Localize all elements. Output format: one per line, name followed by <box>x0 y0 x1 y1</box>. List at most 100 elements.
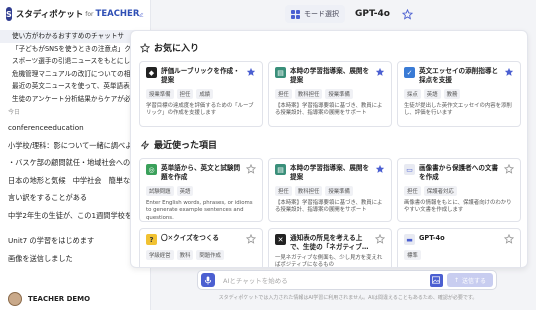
card-title: 画像書から保護者への文書を作成 <box>419 164 499 181</box>
star-outline-icon[interactable] <box>375 234 385 244</box>
card-title: 本時の学習指導案、展開を提案 <box>290 67 370 84</box>
recent-title: 最近使った項目 <box>154 141 218 151</box>
model-name[interactable]: GPT-4o <box>355 9 390 19</box>
history-section-today: 今日 <box>8 109 21 116</box>
card-description: 【本時案】学習指導要領に基づき、教員による授業設計、指導案の展開をサポート <box>275 103 383 117</box>
lesson-plan-icon: ▤ <box>275 67 286 78</box>
card-description: 生徒が提出した英作文エッセイの内容を添削し、評価を行います <box>404 103 512 117</box>
new-chat-icon[interactable] <box>139 9 144 20</box>
favorites-title: お気に入り <box>154 44 200 54</box>
card-tag: 成績 <box>196 89 214 99</box>
card-tag: 教科担任 <box>294 89 323 99</box>
recent-heading: 最近使った項目 <box>140 138 217 151</box>
grid-icon <box>291 9 300 19</box>
history-item[interactable]: スポーツ選手の引退ニュースをもとにした英 <box>0 55 150 68</box>
star-filled-icon[interactable] <box>375 67 385 77</box>
star-outline-icon[interactable] <box>246 234 256 244</box>
star-filled-icon[interactable] <box>504 67 514 77</box>
globe-icon: ◎ <box>146 164 157 175</box>
card-title: 通知表の所見を考える上で、生徒の「ネガティブ… <box>290 234 369 251</box>
microphone-icon <box>204 275 212 285</box>
send-icon: ↑ <box>453 276 459 284</box>
card-description: 一見ネガティブな側面も、少し見方を変えればポジティブになるもの <box>275 255 383 268</box>
chat-input[interactable]: AIとチャットを始める <box>223 275 430 285</box>
chat-icon: ▬ <box>404 234 415 245</box>
star-filled-icon[interactable] <box>246 67 256 77</box>
mic-button[interactable] <box>201 273 215 287</box>
user-profile[interactable]: TEACHER DEMO <box>0 288 150 310</box>
card-title: 本時の学習指導案、展開を提案 <box>290 164 370 181</box>
history-item[interactable]: 最近の英文ニュースを使って、英単語表を <box>0 80 150 93</box>
card-tag: 試験問題 <box>146 186 174 196</box>
history-item[interactable]: 小学校/理科：影について一緒に調べよ <box>0 137 150 155</box>
report-card-icon: ✕ <box>275 234 286 245</box>
recent-card[interactable]: ? 〇✕クイズをつくる 学級経営 教科 問題作成 <box>139 228 263 267</box>
card-tag: 問題作成 <box>196 250 224 260</box>
star-outline-icon[interactable] <box>504 234 514 244</box>
card-title: 〇✕クイズをつくる <box>161 234 219 242</box>
history-item[interactable]: 使い方がわかるおすすめのチャットサ <box>0 30 150 43</box>
avatar <box>8 292 22 306</box>
card-tag: 保護者対応 <box>423 186 457 196</box>
send-button[interactable]: ↑ 送信する <box>446 273 493 287</box>
card-title: 評価ルーブリックを作成・提案 <box>161 67 240 84</box>
assistant-panel: お気に入り ◆ 評価ルーブリックを作成・提案 授業準備 担任 成績 学習目標の達… <box>130 30 528 268</box>
history-item[interactable]: 言い訳をすることがある <box>0 189 150 207</box>
history-item[interactable]: Unit7 の学習をはじめます <box>0 232 150 250</box>
recent-card[interactable]: ✕ 通知表の所見を考える上で、生徒の「ネガティブ… 一見ネガティブな側面も、少し… <box>268 228 392 268</box>
disclaimer: スタディポケットでは入力された情報はAI学習に利用されません。AIは間違えること… <box>218 295 478 301</box>
brand-header: S スタディポケット for TEACHER <box>0 0 150 28</box>
brand-name: スタディポケット <box>15 10 84 20</box>
card-tag: 標準 <box>404 250 421 260</box>
chat-input-bar: AIとチャットを始める ↑ 送信する <box>197 270 497 290</box>
sidebar: S スタディポケット for TEACHER 使い方がわかるおすすめのチャットサ… <box>0 0 151 310</box>
history-item[interactable]: 「子どもがSNSを使うときの注意点」クイ <box>0 43 150 56</box>
card-tag: 英語 <box>176 186 194 196</box>
card-title: 英文エッセイの添削指導と採点を支援 <box>419 67 499 84</box>
chat-history: 使い方がわかるおすすめのチャットサ 「子どもがSNSを使うときの注意点」クイ ス… <box>0 30 150 268</box>
favorite-card[interactable]: ◆ 評価ルーブリックを作成・提案 授業準備 担任 成績 学習目標の達成度を評価す… <box>139 61 263 127</box>
card-title: 英単語から、英文と試験問題を作成 <box>161 164 241 181</box>
rubric-icon: ◆ <box>146 67 157 78</box>
star-outline-icon[interactable] <box>401 8 413 20</box>
card-tag: 担任 <box>275 186 292 196</box>
recent-card[interactable]: ▬ GPT-4o 標準 <box>397 228 521 267</box>
card-tag: 教務 <box>443 89 461 99</box>
card-tag: 担任 <box>275 89 292 99</box>
app-logo: S <box>6 7 12 21</box>
history-item[interactable]: 生徒のアンケート分析結果からケアが必要で <box>0 93 150 106</box>
history-item[interactable]: 日本の地形と気候 中学社会 簡単な <box>0 172 150 190</box>
recent-card[interactable]: ▭ 画像書から保護者への文書を作成 担任 保護者対応 画像書の情報をもとに、保護… <box>397 158 521 222</box>
card-description: Enter English words, phrases, or idioms … <box>146 200 253 221</box>
star-outline-icon[interactable] <box>504 164 514 174</box>
star-outline-icon[interactable] <box>246 164 256 174</box>
favorites-heading: お気に入り <box>140 41 199 54</box>
lesson-plan-icon: ▤ <box>275 164 286 175</box>
essay-check-icon: ✓ <box>404 67 415 78</box>
history-item[interactable]: 画像を送信しました <box>0 250 150 268</box>
mode-select-button[interactable]: モード選択 <box>285 5 345 23</box>
recent-card[interactable]: ◎ 英単語から、英文と試験問題を作成 試験問題 英語 Enter English… <box>139 158 263 222</box>
card-tag: 英語 <box>423 89 441 99</box>
brand-edition: TEACHER <box>95 9 140 19</box>
mode-select-label: モード選択 <box>304 10 339 18</box>
favorite-card[interactable]: ▤ 本時の学習指導案、展開を提案 担任 教科担任 授業準備 【本時案】学習指導要… <box>268 61 392 127</box>
card-description: 【本時案】学習指導要領に基づき、教員による授業設計、指導案の展開をサポート <box>275 200 383 214</box>
brand-for: for <box>85 10 94 18</box>
recent-card[interactable]: ▤ 本時の学習指導案、展開を提案 担任 教科担任 授業準備 【本時案】学習指導要… <box>268 158 392 222</box>
card-tag: 教科担任 <box>294 186 323 196</box>
quiz-icon: ? <box>146 234 157 245</box>
user-name: TEACHER DEMO <box>28 295 91 303</box>
history-item[interactable]: conferenceeducation <box>0 119 150 137</box>
history-item[interactable]: 危機管理マニュアルの改訂についての相談 <box>0 68 150 81</box>
card-tag: 担任 <box>404 186 421 196</box>
card-description: 学習目標の達成度を評価するための「ルーブリック」の作成を支援します <box>146 103 254 117</box>
card-description: 画像書の情報をもとに、保護者向けのわかりやすい文書を作成します <box>404 200 512 214</box>
history-item[interactable]: ・バスケ部の顧問就任・地域社会への <box>0 154 150 172</box>
image-upload-button[interactable] <box>429 273 443 287</box>
card-tag: 学級経営 <box>146 250 174 260</box>
card-tag: 授業準備 <box>325 89 353 99</box>
star-filled-icon[interactable] <box>375 164 385 174</box>
history-item[interactable]: 中学2年生の生徒が、この1週間学校を <box>0 207 150 225</box>
favorite-card[interactable]: ✓ 英文エッセイの添削指導と採点を支援 採点 英語 教務 生徒が提出した英作文エ… <box>397 61 521 127</box>
